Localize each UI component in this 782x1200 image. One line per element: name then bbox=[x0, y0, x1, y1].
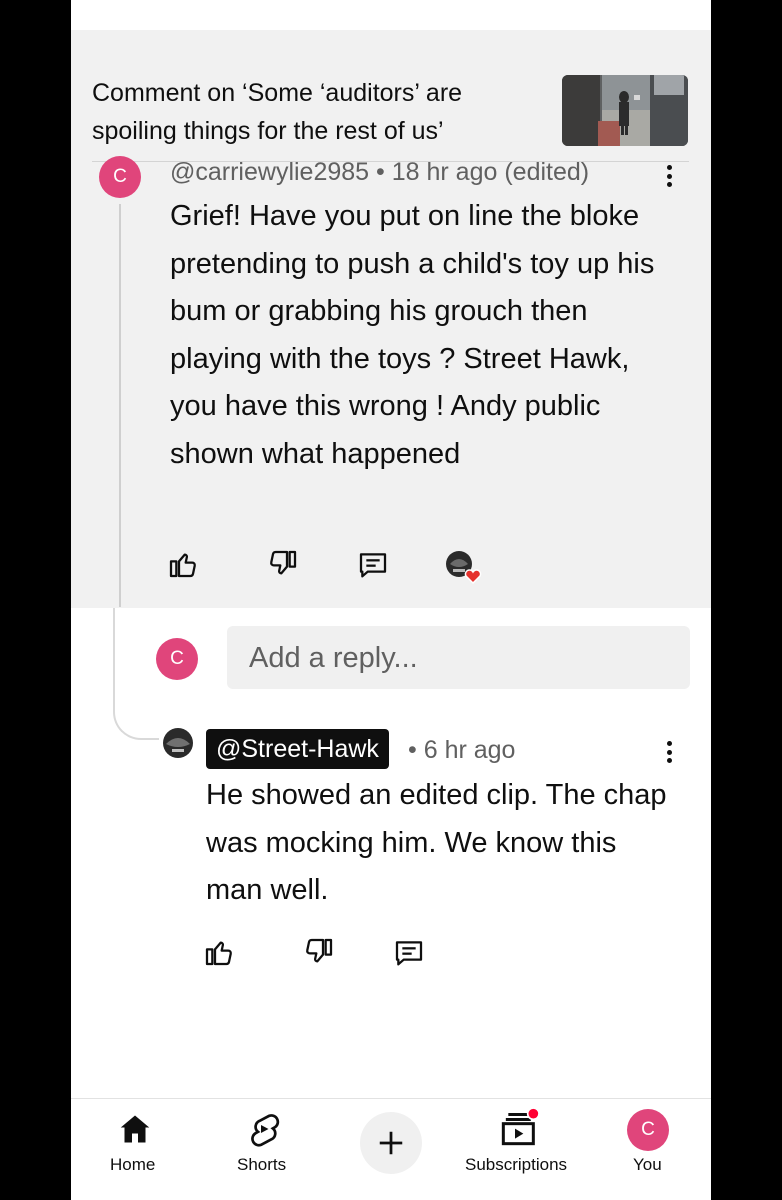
thread-line bbox=[119, 204, 121, 607]
avatar: C bbox=[156, 638, 198, 680]
more-options-icon[interactable] bbox=[659, 737, 679, 767]
video-thumbnail[interactable] bbox=[562, 75, 688, 146]
dislike-button[interactable] bbox=[267, 548, 299, 580]
avatar-initial: C bbox=[113, 166, 127, 187]
comment-text: Grief! Have you put on line the bloke pr… bbox=[170, 200, 655, 470]
comment-time: 6 hr ago bbox=[423, 736, 516, 764]
more-options-icon[interactable] bbox=[659, 161, 679, 191]
subscriptions-icon bbox=[501, 1107, 540, 1146]
thread-connector bbox=[113, 680, 159, 740]
nav-you[interactable]: C You bbox=[617, 1099, 679, 1200]
creator-heart-badge bbox=[445, 550, 485, 585]
nav-subscriptions[interactable]: Subscriptions bbox=[463, 1099, 577, 1200]
dislike-button[interactable] bbox=[303, 936, 335, 968]
reply-button[interactable] bbox=[393, 937, 425, 969]
bottom-navigation: Home Shorts Subscriptions C You bbox=[71, 1098, 711, 1200]
like-button[interactable] bbox=[203, 936, 235, 968]
plus-icon bbox=[379, 1131, 403, 1155]
nav-label: You bbox=[633, 1155, 662, 1174]
phone-screen: Comment on ‘Some ‘auditors’ are spoiling… bbox=[71, 0, 711, 1200]
thumbs-up-icon bbox=[169, 553, 196, 578]
meta-separator: • bbox=[408, 736, 417, 764]
comment-meta: @carriewylie2985 • 18 hr ago (edited) bbox=[170, 158, 589, 187]
reply-input[interactable]: Add a reply... bbox=[227, 626, 690, 689]
home-icon bbox=[120, 1115, 150, 1143]
nav-label: Subscriptions bbox=[465, 1155, 568, 1174]
avatar-initial: C bbox=[641, 1119, 655, 1140]
create-button[interactable] bbox=[360, 1112, 422, 1174]
like-button[interactable] bbox=[167, 548, 199, 580]
avatar: C bbox=[627, 1109, 669, 1151]
comment-meta: • 6 hr ago bbox=[408, 736, 515, 765]
thumbs-down-icon bbox=[306, 938, 333, 963]
nav-label: Shorts bbox=[237, 1155, 287, 1174]
comment-author[interactable]: @carriewylie2985 bbox=[170, 158, 369, 186]
avatar[interactable]: C bbox=[99, 156, 141, 198]
comment-icon bbox=[359, 553, 387, 578]
thumbs-up-icon bbox=[205, 941, 232, 966]
thumbs-down-icon bbox=[270, 550, 297, 575]
nav-shorts[interactable]: Shorts bbox=[219, 1099, 309, 1200]
context-title[interactable]: Comment on ‘Some ‘auditors’ are spoiling… bbox=[92, 74, 532, 150]
reply-button[interactable] bbox=[357, 549, 389, 581]
comment-text: He showed an edited clip. The chap was m… bbox=[206, 779, 667, 906]
avatar[interactable] bbox=[163, 728, 193, 758]
comment-icon bbox=[395, 941, 423, 966]
nav-label: Home bbox=[110, 1155, 156, 1174]
avatar-initial: C bbox=[170, 648, 184, 669]
meta-separator: • bbox=[376, 158, 385, 186]
shorts-icon bbox=[251, 1114, 280, 1147]
comment-time: 18 hr ago (edited) bbox=[391, 158, 590, 186]
nav-home[interactable]: Home bbox=[91, 1099, 177, 1200]
creator-handle-badge[interactable]: @Street-Hawk bbox=[206, 729, 389, 769]
